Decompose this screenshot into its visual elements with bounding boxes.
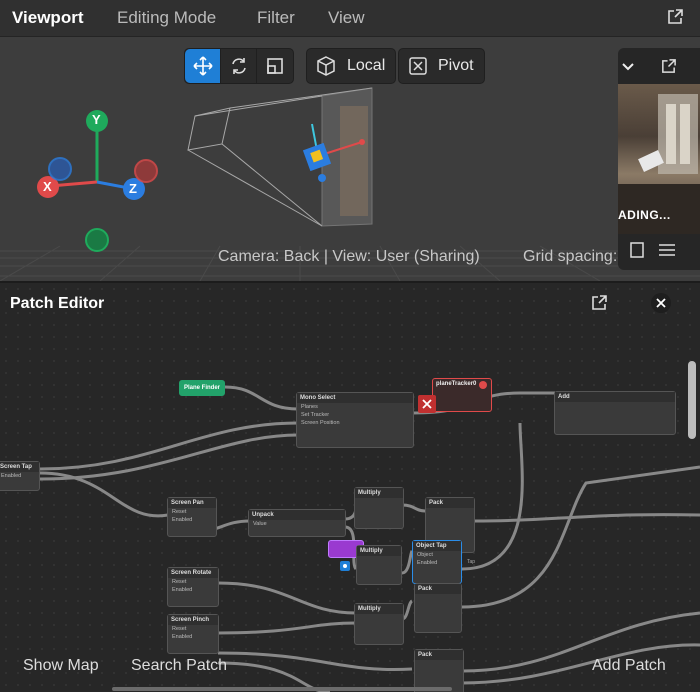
patch-connections — [39, 385, 700, 692]
search-patch-button[interactable]: Search Patch — [131, 657, 227, 675]
chevron-down-icon[interactable] — [620, 58, 636, 74]
multiply-node-2[interactable]: Multiply — [356, 545, 402, 585]
screen-rotate-node[interactable]: Screen Rotate Reset Enabled — [167, 567, 219, 607]
local-label: Local — [347, 57, 386, 74]
menu-view[interactable]: View — [328, 8, 365, 28]
viewport-title: Viewport — [12, 8, 84, 27]
pack-node-3[interactable]: Pack — [414, 649, 464, 692]
pack-node-2[interactable]: Pack — [414, 583, 462, 633]
mono-select-node[interactable]: Mono Select Planes Set Tracker Screen Po… — [296, 392, 414, 448]
scale-tool-button[interactable] — [257, 49, 293, 83]
viewport-header: Viewport Editing Mode Filter View — [0, 0, 700, 37]
scale-icon — [267, 58, 283, 74]
screen-pinch-node[interactable]: Screen Pinch Reset Enabled — [167, 614, 219, 654]
external-link-icon[interactable] — [660, 58, 677, 75]
rotate-icon — [231, 58, 246, 74]
axis-z-label: Z — [129, 181, 137, 196]
move-arrows-icon — [192, 56, 213, 76]
screen-pan-node[interactable]: Screen Pan Reset Enabled — [167, 497, 217, 537]
plane-finder-node[interactable]: Plane Finder — [179, 380, 225, 396]
simulator-preview: ADING... — [618, 48, 700, 270]
loading-text: ADING... — [618, 208, 671, 222]
show-map-button[interactable]: Show Map — [23, 657, 99, 675]
menu-icon[interactable] — [658, 243, 676, 257]
transform-toolbar — [184, 48, 294, 84]
pivot-label: Pivot — [438, 57, 474, 74]
horizontal-scrollbar[interactable] — [112, 687, 452, 691]
axis-x-label: X — [43, 179, 52, 194]
grid-spacing-label: Grid spacing: — [523, 248, 618, 265]
local-button[interactable]: Local — [306, 48, 397, 84]
add-node[interactable]: Add — [554, 391, 676, 435]
axis-y-label: Y — [92, 112, 101, 127]
pivot-button[interactable]: Pivot — [398, 48, 485, 84]
rotate-tool-button[interactable] — [221, 49, 257, 83]
object-tap-node[interactable]: Object Tap Object Enabled — [412, 540, 462, 584]
vertical-scrollbar[interactable] — [688, 361, 696, 439]
axis-gizmo — [37, 110, 158, 252]
screen-tap-node[interactable]: Screen Tap Enabled — [0, 461, 40, 491]
menu-filter[interactable]: Filter — [257, 8, 295, 28]
move-tool-button[interactable] — [185, 49, 221, 83]
viewport-panel: Y X Z Viewport Editing Mode Filter View — [0, 0, 700, 281]
unpack-node[interactable]: Unpack Value — [248, 509, 346, 537]
device-icon[interactable] — [630, 242, 644, 258]
error-dot-icon — [479, 381, 487, 389]
add-patch-button[interactable]: Add Patch — [592, 657, 666, 675]
camera-status: Camera: Back | View: User (Sharing) — [218, 248, 480, 265]
port-icon[interactable] — [340, 561, 350, 571]
cube-icon — [317, 56, 335, 76]
patch-editor-panel: Patch Editor Plane Finder Mono Select Pl… — [0, 281, 700, 692]
menu-editing-mode[interactable]: Editing Mode — [117, 8, 216, 28]
disconnect-icon[interactable] — [418, 395, 436, 413]
multiply-node-3[interactable]: Multiply — [354, 603, 404, 645]
multiply-node-1[interactable]: Multiply — [354, 487, 404, 529]
pivot-box-icon — [409, 57, 427, 75]
tap-label: Tap — [467, 559, 476, 565]
external-link-icon[interactable] — [666, 8, 684, 26]
